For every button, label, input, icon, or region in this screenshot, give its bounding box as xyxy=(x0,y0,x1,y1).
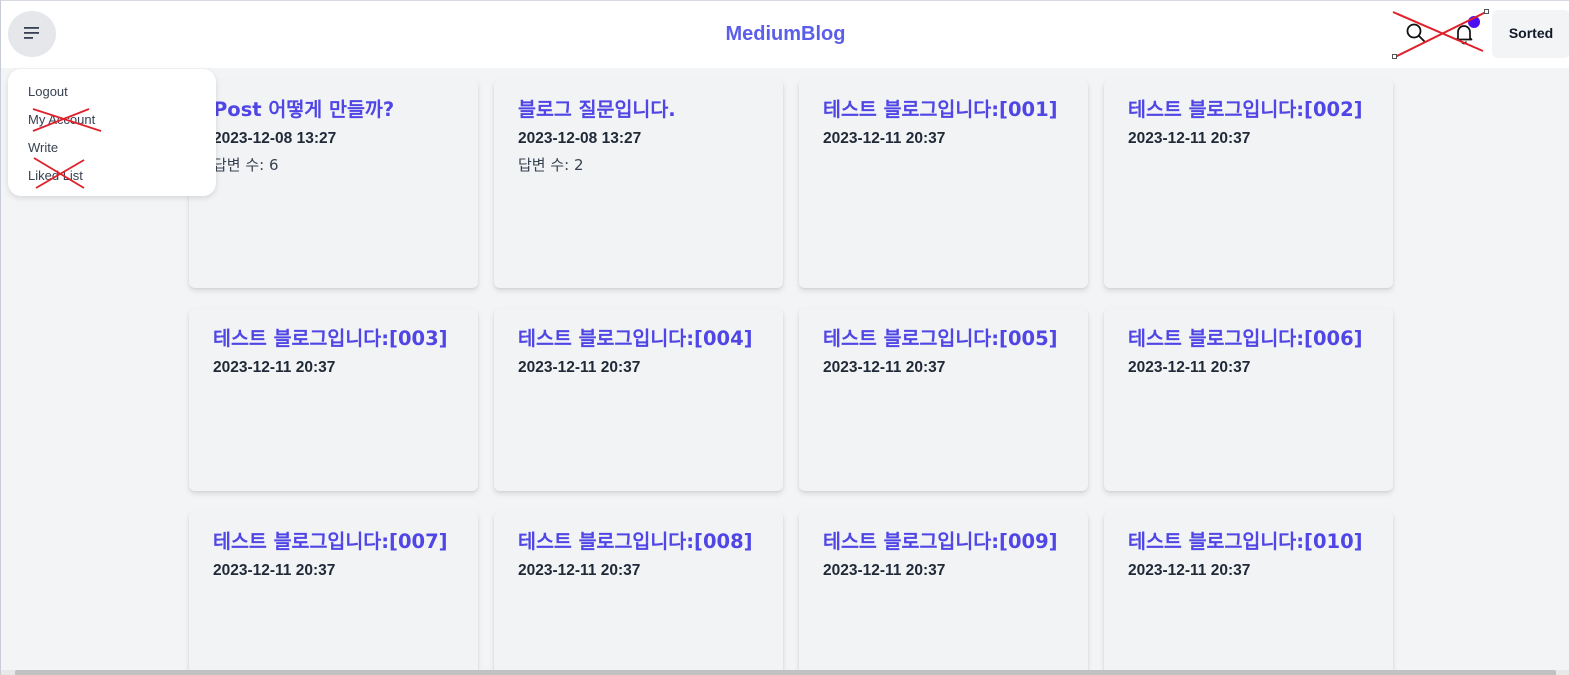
post-date: 2023-12-11 20:37 xyxy=(1128,562,1251,579)
post-title[interactable]: 테스트 블로그입니다:[002] xyxy=(1128,93,1390,122)
post-card[interactable]: 테스트 블로그입니다:[005] 2023-12-11 20:37 xyxy=(799,308,1088,491)
selection-handle xyxy=(1392,54,1397,59)
post-card[interactable]: 테스트 블로그입니다:[009] 2023-12-11 20:37 xyxy=(799,511,1088,675)
hamburger-menu-icon xyxy=(24,27,39,39)
post-card[interactable]: 테스트 블로그입니다:[006] 2023-12-11 20:37 xyxy=(1104,308,1393,491)
sorted-button[interactable]: Sorted xyxy=(1492,10,1569,58)
menu-item-logout[interactable]: Logout xyxy=(28,84,68,100)
post-card[interactable]: 테스트 블로그입니다:[001] 2023-12-11 20:37 xyxy=(799,79,1088,288)
user-dropdown-menu: Logout My Account Write Liked List xyxy=(8,69,216,196)
post-title[interactable]: 테스트 블로그입니다:[010] xyxy=(1128,525,1390,554)
selection-handle xyxy=(1484,9,1489,14)
post-title[interactable]: 테스트 블로그입니다:[005] xyxy=(823,322,1085,351)
post-title[interactable]: 테스트 블로그입니다:[006] xyxy=(1128,322,1390,351)
post-date: 2023-12-11 20:37 xyxy=(518,359,641,376)
top-nav-bar: MediumBlog Sorted xyxy=(1,1,1569,68)
notification-dot xyxy=(1468,16,1480,28)
menu-item-write[interactable]: Write xyxy=(28,140,58,156)
post-date: 2023-12-11 20:37 xyxy=(1128,359,1251,376)
post-title[interactable]: Post 어떻게 만들까? xyxy=(213,93,475,122)
post-date: 2023-12-11 20:37 xyxy=(823,130,946,147)
post-title[interactable]: 테스트 블로그입니다:[007] xyxy=(213,525,475,554)
post-answer-count: 답변 수: 2 xyxy=(518,156,584,174)
menu-item-my-account[interactable]: My Account xyxy=(28,112,95,128)
menu-toggle-button[interactable] xyxy=(8,11,56,57)
menu-item-liked-list[interactable]: Liked List xyxy=(28,168,83,184)
horizontal-scrollbar-thumb[interactable] xyxy=(15,670,1556,675)
post-card[interactable]: 블로그 질문입니다. 2023-12-08 13:27 답변 수: 2 xyxy=(494,79,783,288)
post-date: 2023-12-11 20:37 xyxy=(213,359,336,376)
post-card[interactable]: 테스트 블로그입니다:[003] 2023-12-11 20:37 xyxy=(189,308,478,491)
post-date: 2023-12-08 13:27 xyxy=(518,130,642,147)
site-title: MediumBlog xyxy=(725,23,846,45)
post-title[interactable]: 테스트 블로그입니다:[001] xyxy=(823,93,1085,122)
search-icon[interactable] xyxy=(1405,22,1427,44)
post-card[interactable]: Post 어떻게 만들까? 2023-12-08 13:27 답변 수: 6 xyxy=(189,79,478,288)
post-card[interactable]: 테스트 블로그입니다:[002] 2023-12-11 20:37 xyxy=(1104,79,1393,288)
post-date: 2023-12-11 20:37 xyxy=(1128,130,1251,147)
post-title[interactable]: 블로그 질문입니다. xyxy=(518,93,780,122)
post-title[interactable]: 테스트 블로그입니다:[003] xyxy=(213,322,475,351)
post-card[interactable]: 테스트 블로그입니다:[004] 2023-12-11 20:37 xyxy=(494,308,783,491)
post-date: 2023-12-11 20:37 xyxy=(823,359,946,376)
post-card[interactable]: 테스트 블로그입니다:[007] 2023-12-11 20:37 xyxy=(189,511,478,675)
post-date: 2023-12-11 20:37 xyxy=(518,562,641,579)
post-answer-count: 답변 수: 6 xyxy=(213,156,279,174)
post-date: 2023-12-08 13:27 xyxy=(213,130,337,147)
post-card[interactable]: 테스트 블로그입니다:[010] 2023-12-11 20:37 xyxy=(1104,511,1393,675)
post-date: 2023-12-11 20:37 xyxy=(823,562,946,579)
post-title[interactable]: 테스트 블로그입니다:[004] xyxy=(518,322,780,351)
post-title[interactable]: 테스트 블로그입니다:[009] xyxy=(823,525,1085,554)
post-card[interactable]: 테스트 블로그입니다:[008] 2023-12-11 20:37 xyxy=(494,511,783,675)
post-title[interactable]: 테스트 블로그입니다:[008] xyxy=(518,525,780,554)
post-date: 2023-12-11 20:37 xyxy=(213,562,336,579)
